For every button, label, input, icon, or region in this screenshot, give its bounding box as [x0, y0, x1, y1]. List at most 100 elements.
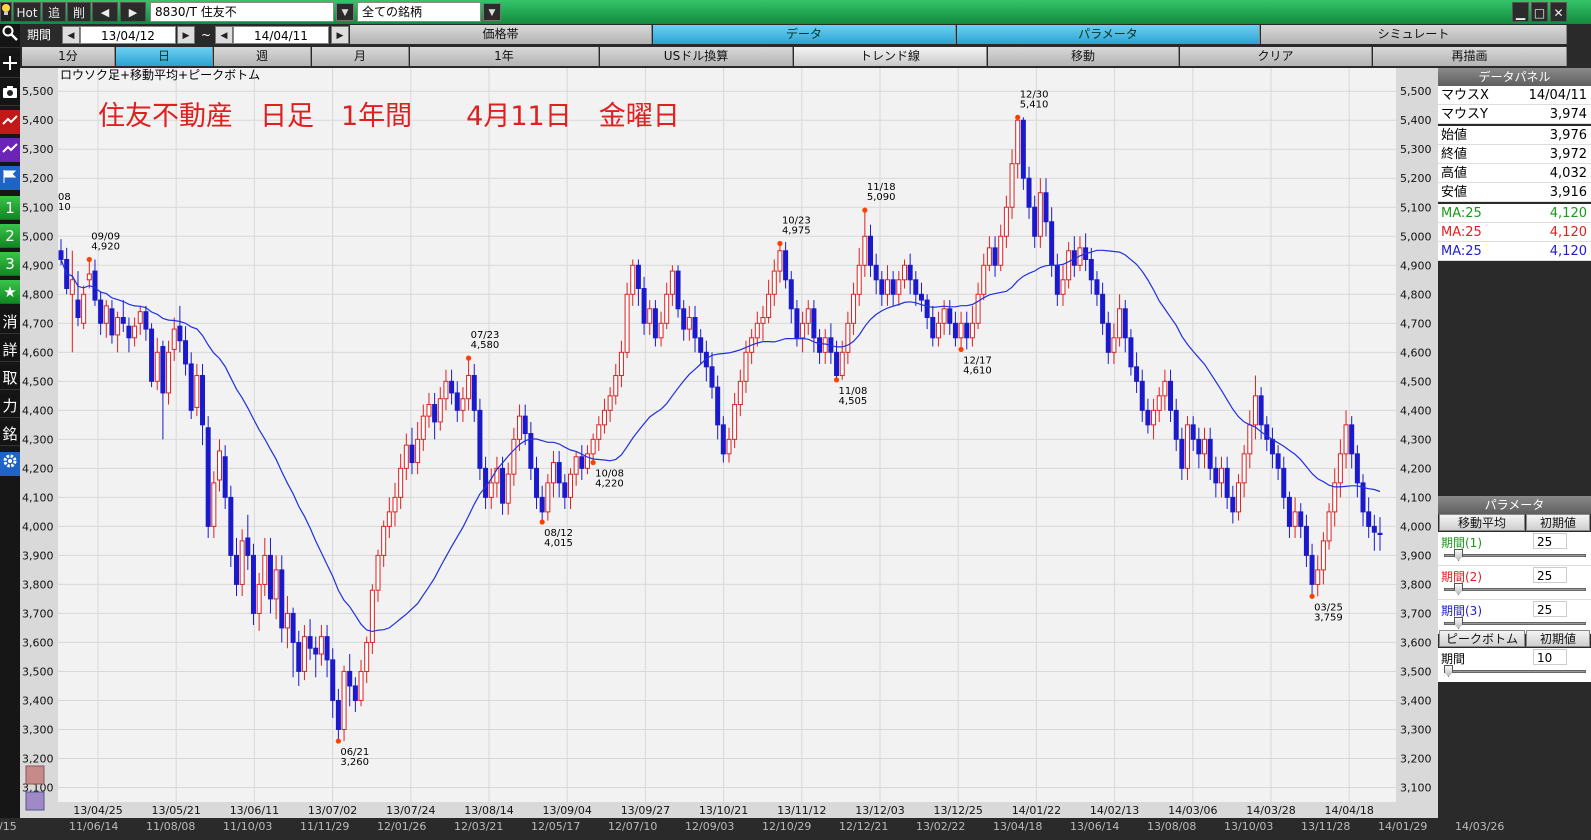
candle-body — [698, 337, 704, 353]
search-icon[interactable] — [0, 24, 20, 48]
chart-mini-icon-purple[interactable] — [25, 791, 45, 811]
flag-icon[interactable] — [0, 166, 20, 190]
trade-button[interactable]: 取 — [0, 366, 20, 390]
ma-period-input[interactable]: 25 — [1533, 533, 1567, 549]
tab-monthly[interactable]: 月 — [312, 47, 409, 66]
delete-button[interactable]: 削 — [67, 2, 91, 22]
tab-1min[interactable]: 1分 — [22, 47, 115, 66]
usd-convert-button[interactable]: USドル換算 — [600, 47, 793, 66]
y-tick-label-left: 3,500 — [22, 665, 54, 678]
detail-button[interactable]: 詳 — [0, 338, 20, 362]
candle-body — [834, 351, 840, 377]
tab-simulate[interactable]: シミュレート — [1261, 25, 1567, 44]
candle-body — [335, 699, 341, 730]
ma-period-slider[interactable] — [1444, 554, 1586, 557]
ma-period-slider[interactable] — [1444, 588, 1586, 591]
input-button[interactable]: 力 — [0, 394, 20, 418]
slot-3-button[interactable]: 3 — [0, 252, 20, 276]
start-next-button[interactable]: ▶ — [177, 26, 195, 44]
candle-body — [403, 444, 409, 469]
tab-data[interactable]: データ — [653, 25, 956, 44]
x-tick-label: 13/09/04 — [542, 804, 591, 817]
move-button[interactable]: 移動 — [988, 47, 1179, 66]
chart-red-icon[interactable] — [0, 110, 20, 134]
trendline-button[interactable]: トレンド線 — [794, 47, 987, 66]
camera-icon[interactable] — [0, 82, 20, 106]
add-button[interactable]: 追 — [42, 2, 66, 22]
slot-2-button[interactable]: 2 — [0, 224, 20, 248]
start-prev-button[interactable]: ◀ — [62, 26, 80, 44]
candle-body — [109, 308, 115, 336]
ma-init-button[interactable]: 初期値 — [1526, 514, 1590, 531]
tab-parameter[interactable]: パラメータ — [957, 25, 1260, 44]
candle-body — [454, 392, 460, 411]
candle-body — [505, 473, 511, 504]
candle-body — [760, 317, 766, 324]
peakbottom-slider-knob[interactable] — [1444, 665, 1453, 677]
minimize-icon[interactable]: ▁ — [1512, 2, 1529, 22]
candle-body — [754, 322, 760, 339]
end-date-input[interactable]: 14/04/11 — [233, 26, 329, 44]
x-tick-label: 13/10/21 — [699, 804, 748, 817]
clear-button[interactable]: クリア — [1180, 47, 1372, 66]
candle-body — [1207, 438, 1213, 469]
candle-body — [1145, 409, 1151, 426]
symbol-input[interactable]: 8830/T 住友不 — [150, 2, 334, 22]
peakbottom-init-button[interactable]: 初期値 — [1526, 630, 1590, 647]
y-tick-label-right: 4,800 — [1400, 288, 1432, 301]
end-next-button[interactable]: ▶ — [331, 26, 349, 44]
tab-price-zone[interactable]: 価格帯 — [350, 25, 652, 44]
redraw-button[interactable]: 再描画 — [1373, 47, 1567, 66]
ma-period-slider-knob[interactable] — [1454, 617, 1463, 629]
x-tick-label: 13/07/02 — [308, 804, 357, 817]
erase-button[interactable]: 消 — [0, 310, 20, 334]
slot-1-button[interactable]: 1 — [0, 196, 20, 220]
lightbulb-icon[interactable] — [0, 2, 12, 22]
tab-weekly[interactable]: 週 — [214, 47, 311, 66]
tilde-label: ~ — [200, 28, 212, 42]
candle-body — [635, 264, 641, 289]
tab-1year[interactable]: 1年 — [410, 47, 599, 66]
hot-button[interactable]: Hot — [13, 2, 41, 22]
ma-row-value: 4,120 — [1549, 225, 1587, 240]
candle-body — [1309, 554, 1315, 585]
candle-body — [426, 404, 432, 417]
universe-select[interactable]: 全ての銘柄 — [357, 2, 481, 22]
price-chart[interactable]: 3,100 3,200 3,300 3,400 3,500 3,600 3,700 3,800… — [20, 68, 1438, 840]
close-icon[interactable]: ✕ — [1550, 2, 1567, 22]
end-prev-button[interactable]: ◀ — [215, 26, 233, 44]
peakbottom-slider[interactable] — [1444, 670, 1586, 673]
start-date-input[interactable]: 13/04/12 — [80, 26, 176, 44]
ma-period-input[interactable]: 25 — [1533, 567, 1567, 583]
universe-dropdown-button[interactable]: ▼ — [483, 3, 501, 21]
maximize-icon[interactable]: □ — [1531, 2, 1548, 22]
candle-body — [1326, 511, 1332, 542]
gear-icon[interactable] — [0, 452, 20, 476]
candle-body — [437, 398, 443, 423]
tab-daily[interactable]: 日 — [116, 47, 213, 66]
bottom-date-strip[interactable]: 1/15 11/06/14 11/08/08 11/10/03 11/11/29 12/0… — [0, 818, 1591, 840]
plus-icon[interactable] — [0, 54, 20, 78]
symbol-dropdown-button[interactable]: ▼ — [336, 3, 354, 21]
bottom-date-label: 1/15 — [0, 820, 17, 833]
prev-symbol-button[interactable]: ◀ — [92, 2, 118, 22]
candle-body — [1168, 380, 1174, 411]
chart-purple-icon[interactable] — [0, 138, 20, 162]
ma-period-slider-knob[interactable] — [1454, 549, 1463, 561]
y-tick-label-left: 3,700 — [22, 607, 54, 620]
ma-period-input[interactable]: 25 — [1533, 601, 1567, 617]
ma-period-slider-knob[interactable] — [1454, 583, 1463, 595]
next-symbol-button[interactable]: ▶ — [120, 2, 146, 22]
ma-row-key: MA:25 — [1441, 225, 1482, 240]
candle-body — [811, 308, 817, 339]
candle-body — [1343, 424, 1349, 455]
candle-body — [245, 537, 251, 556]
candle-body — [262, 554, 268, 585]
star-icon[interactable]: ★ — [0, 280, 20, 304]
ma-period-slider[interactable] — [1444, 622, 1586, 625]
candle-body — [969, 322, 975, 339]
brand-button[interactable]: 銘 — [0, 422, 20, 446]
peakbottom-period-input[interactable]: 10 — [1533, 649, 1567, 665]
candle-body — [375, 554, 381, 591]
chart-mini-icon-red[interactable] — [25, 765, 45, 785]
